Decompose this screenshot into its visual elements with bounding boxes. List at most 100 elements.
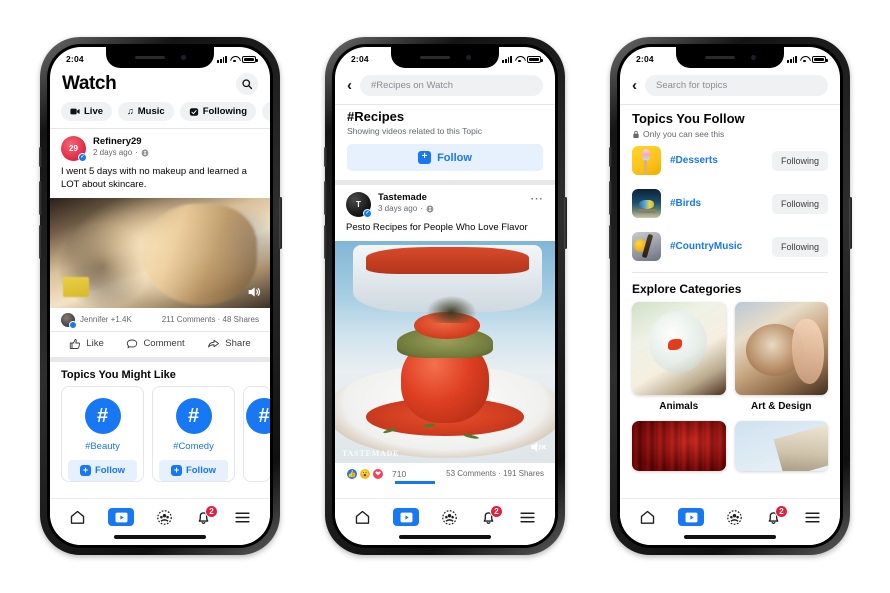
cellular-bars-icon [217,55,227,63]
post-header: 29 ✓ Refinery29 2 days ago · [50,129,270,164]
mute-switch[interactable] [608,147,612,167]
status-time: 2:04 [636,54,654,64]
hamburger-menu-icon [235,512,250,522]
home-icon [640,510,655,524]
bird-thumbnail [632,189,661,218]
red-curtain-image [632,421,726,471]
post-submeta: 2 days ago · [93,148,149,157]
power-button[interactable] [278,197,282,249]
mute-switch[interactable] [38,147,42,167]
screenshot-stage: 2:04 Watch Live ♫ Music Following 29 ✓ R… [0,0,890,593]
status-bar: 2:04 [50,47,270,69]
search-input[interactable]: Search for topics [645,75,828,96]
nav-groups[interactable] [441,509,458,526]
nav-menu[interactable] [804,510,821,525]
hamburger-menu-icon [805,512,820,522]
search-input[interactable]: #Recipes on Watch [360,75,543,96]
nav-notifications[interactable]: 2 [480,504,503,526]
volume-up-button[interactable] [608,181,612,215]
home-indicator[interactable] [399,535,491,539]
watch-tab-row[interactable]: Live ♫ Music Following [50,97,270,128]
music-note-icon: ♫ [127,106,134,116]
category-label: Animals [659,401,699,412]
topic-link[interactable]: #Desserts [670,155,763,166]
avatar[interactable]: T ✓ [346,192,372,218]
volume-down-button[interactable] [323,225,327,259]
power-button[interactable] [848,197,852,249]
nav-groups[interactable] [726,509,743,526]
follow-plus-icon: + [170,464,182,476]
counts-separator: · [217,315,221,325]
post-author[interactable]: Refinery29 [93,136,149,147]
nav-watch[interactable] [108,508,134,526]
power-button[interactable] [563,197,567,249]
topic-row-countrymusic[interactable]: #CountryMusic Following [620,225,840,268]
category-card-fourth[interactable] [734,421,828,471]
back-chevron-icon[interactable]: ‹ [632,78,637,93]
post-author[interactable]: Tastemade [378,192,523,203]
nav-menu[interactable] [519,510,536,525]
engagement-friends[interactable]: Jennifer +1.4K [61,312,132,329]
category-card-animals[interactable]: Animals [632,302,726,412]
home-indicator[interactable] [114,535,206,539]
post-video-thumbnail[interactable]: TASTEMADE [335,240,555,463]
following-button[interactable]: Following [771,150,828,171]
search-button[interactable] [236,73,258,95]
share-button[interactable]: Share [207,338,251,350]
volume-up-button[interactable] [323,181,327,215]
nav-watch[interactable] [393,508,419,526]
nav-notifications[interactable]: 2 [765,504,788,526]
friend-verified-icon [69,320,77,329]
engagement-counts[interactable]: 53 Comments · 191 Shares [446,469,544,478]
thumbs-up-icon [70,338,81,349]
back-chevron-icon[interactable]: ‹ [347,78,352,93]
post-video-thumbnail[interactable] [50,197,270,308]
bottom-nav-row: 2 [335,499,555,531]
topic-link[interactable]: #CountryMusic [670,241,763,252]
explore-categories-title: Explore Categories [632,282,742,296]
topic-card-beauty[interactable]: # #Beauty + Follow [61,385,144,482]
nav-watch[interactable] [678,508,704,526]
tab-shows[interactable]: Sh [262,102,270,121]
post-header: T ✓ Tastemade 3 days ago · ⋯ [335,185,555,220]
category-card-third[interactable] [632,421,726,471]
speaker-on-icon[interactable] [246,284,262,300]
like-button[interactable]: Like [69,338,104,350]
topic-row-birds[interactable]: #Birds Following [620,182,840,225]
nav-notifications[interactable]: 2 [195,504,218,526]
volume-down-button[interactable] [38,225,42,259]
volume-up-button[interactable] [38,181,42,215]
mute-switch[interactable] [323,147,327,167]
speaker-muted-icon[interactable] [529,439,547,455]
topic-row-desserts[interactable]: #Desserts Following [620,139,840,182]
comment-button[interactable]: Comment [126,338,185,350]
nav-home[interactable] [639,509,656,526]
comments-count: 211 Comments [161,315,216,325]
topic-link[interactable]: #Birds [670,198,763,209]
engagement-counts[interactable]: 211 Comments · 48 Shares [162,315,259,324]
avatar[interactable]: 29 ✓ [61,136,87,162]
tab-live[interactable]: Live [61,102,113,121]
topics-carousel[interactable]: # #Beauty + Follow # #Comedy + Follow # [50,385,270,486]
follow-button[interactable]: + Follow [68,459,137,481]
cellular-bars-icon [787,55,797,63]
category-card-art-design[interactable]: Art & Design [734,302,828,412]
nav-groups[interactable] [156,509,173,526]
follow-button[interactable]: + Follow [159,459,228,481]
topic-card-comedy[interactable]: # #Comedy + Follow [152,385,235,482]
engagement-reactions[interactable]: 👍 😮 ❤ 710 [346,467,407,480]
more-options-icon[interactable]: ⋯ [530,192,544,205]
topic-card-partial[interactable]: # [243,385,270,482]
following-button[interactable]: Following [771,236,828,257]
reaction-count: 710 [392,468,407,479]
nav-home[interactable] [69,509,86,526]
nav-home[interactable] [354,509,371,526]
volume-down-button[interactable] [608,225,612,259]
tab-music[interactable]: ♫ Music [118,102,174,121]
video-background-sign [63,276,90,297]
nav-menu[interactable] [234,510,251,525]
tab-following[interactable]: Following [179,102,257,121]
home-indicator[interactable] [684,535,776,539]
topic-follow-button[interactable]: + Follow [347,144,543,171]
following-button[interactable]: Following [771,193,828,214]
